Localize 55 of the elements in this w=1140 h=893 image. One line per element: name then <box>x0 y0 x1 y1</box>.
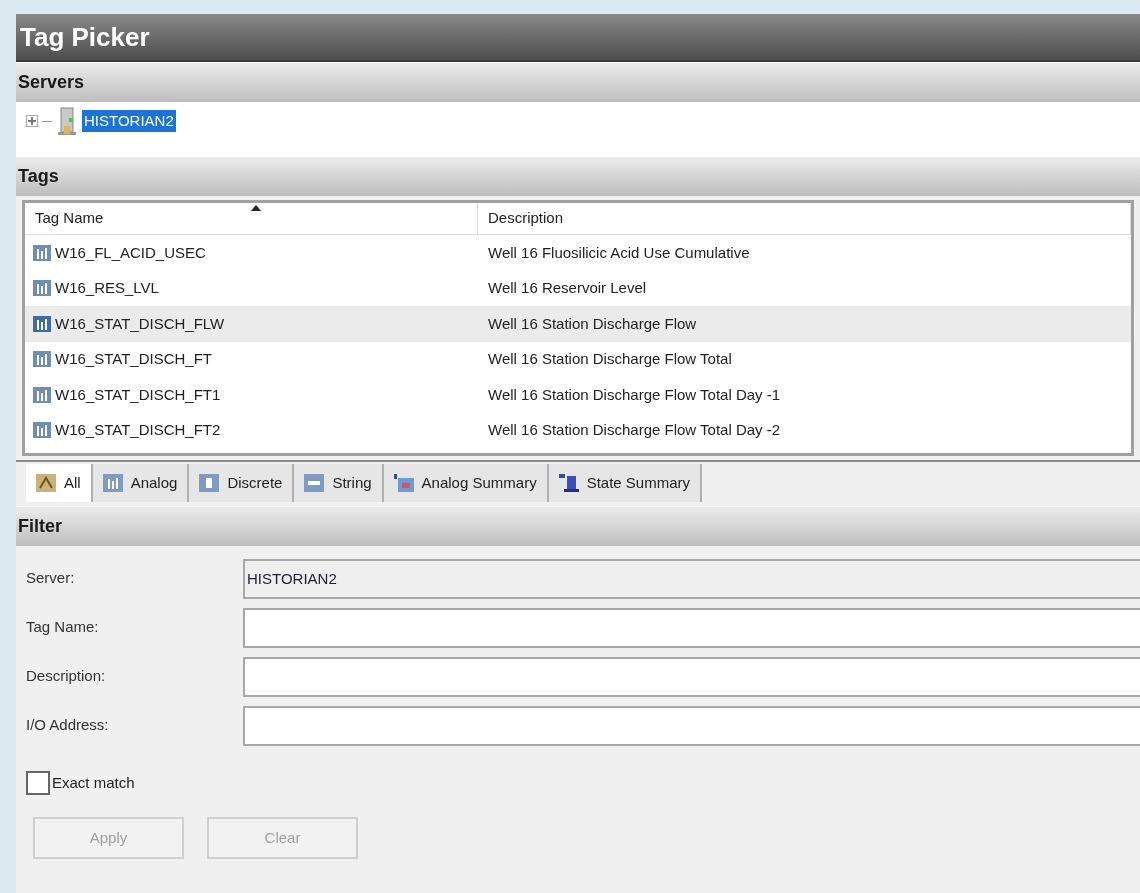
column-header[interactable]: Description <box>478 203 1131 234</box>
tab[interactable]: Discrete <box>189 464 295 502</box>
column-label: Description <box>488 208 564 229</box>
field-label: I/O Address: <box>26 715 110 736</box>
bar-chart-icon <box>33 244 51 261</box>
table-row[interactable]: W16_FL_ACID_USEC Well 16 Fluosilicic Acid Use Cumulative <box>25 235 1131 271</box>
tab[interactable]: Analog Summary <box>383 464 549 502</box>
bar-chart-icon <box>33 422 51 439</box>
field-label: Description: <box>26 666 107 687</box>
table-cell-text: W16_FL_ACID_USEC <box>55 242 206 263</box>
table-row[interactable]: W16_RES_LVL Well 16 Reservoir Level <box>25 270 1131 306</box>
table-cell-text: W16_STAT_DISCH_FT2 <box>55 420 221 440</box>
field-label: Tag Name: <box>26 617 100 638</box>
table-cell-text: Well 16 Station Discharge Flow Total Day -2 <box>487 420 781 440</box>
table-row[interactable]: W16_STAT_DISCH_FT Well 16 Station Discharge Flow Total <box>25 341 1131 377</box>
input-field[interactable] <box>243 656 1140 697</box>
sort-arrow-icon <box>251 205 261 211</box>
table-cell-text: Well 16 Station Discharge Flow Total Day -1 <box>487 384 781 405</box>
section-title: Filter <box>18 515 62 538</box>
tab[interactable]: String <box>294 464 384 502</box>
bar-chart-icon <box>33 386 51 403</box>
input-field[interactable] <box>243 607 1140 648</box>
window-title: Tag Picker <box>20 20 150 54</box>
table-cell-text: Well 16 Station Discharge Flow Total <box>487 349 732 369</box>
block-icon <box>199 474 220 492</box>
table-cell-text: Well 16 Station Discharge Flow <box>487 313 697 334</box>
column-header[interactable]: Tag Name <box>25 203 478 234</box>
string-icon <box>304 474 325 492</box>
table-cell-text: W16_RES_LVL <box>55 278 159 298</box>
tab[interactable]: State Summary <box>548 464 703 502</box>
bar-chart-icon <box>33 315 51 332</box>
table-cell-text: Well 16 Fluosilicic Acid Use Cumulative <box>487 242 750 263</box>
table-row[interactable]: W16_STAT_DISCH_FT2 Well 16 Station Discharge Flow Total Day -2 <box>25 412 1131 448</box>
table-row[interactable]: W16_STAT_DISCH_FT1 Well 16 Station Discharge Flow Total Day -1 <box>25 377 1131 413</box>
bar-chart-icon <box>33 351 51 368</box>
tab[interactable]: All <box>26 464 93 502</box>
table-cell-text: W16_STAT_DISCH_FT1 <box>55 384 221 405</box>
section-title: Tags <box>18 165 59 188</box>
server-item[interactable]: HISTORIAN2 <box>82 109 176 133</box>
table-cell-text: Well 16 Reservoir Level <box>487 278 647 298</box>
table-cell-text: W16_STAT_DISCH_FLW <box>55 313 225 334</box>
summary-chart-icon <box>393 474 414 492</box>
chart-icon <box>36 474 56 492</box>
table-cell-text: W16_STAT_DISCH_FT <box>55 349 212 369</box>
input-field[interactable] <box>243 705 1140 746</box>
tab[interactable]: Analog <box>92 464 190 502</box>
exact-match-checkbox[interactable]: Exact match <box>26 770 1140 796</box>
table-row[interactable]: W16_STAT_DISCH_FLW Well 16 Station Discharge Flow <box>25 306 1131 342</box>
server-icon <box>56 106 78 136</box>
field-label: Server: <box>26 568 76 589</box>
bar-chart-icon <box>33 280 51 297</box>
section-title: Servers <box>18 71 85 94</box>
state-icon <box>558 474 579 492</box>
bar-chart-icon <box>102 474 123 492</box>
column-label: Tag Name <box>35 208 104 229</box>
